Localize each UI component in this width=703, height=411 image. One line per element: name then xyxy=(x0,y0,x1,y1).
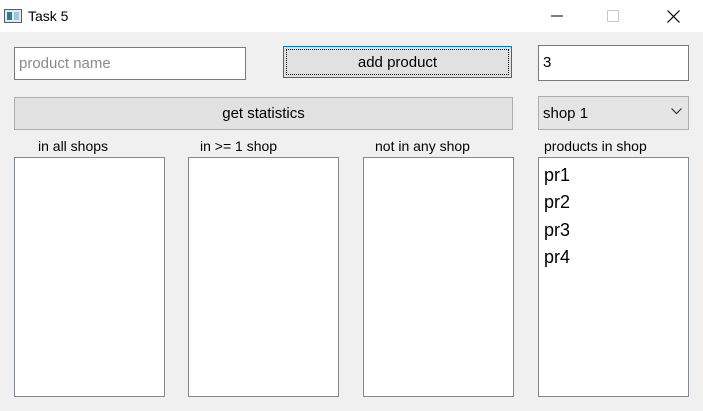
quantity-value: 3 xyxy=(543,54,552,71)
shop-select[interactable]: shop 1 xyxy=(538,96,689,130)
list-item[interactable]: pr2 xyxy=(544,191,570,213)
not-in-any-shop-label: not in any shop xyxy=(375,138,470,154)
list-item[interactable]: pr1 xyxy=(544,164,570,186)
maximize-button[interactable] xyxy=(590,0,636,32)
list-item[interactable]: pr3 xyxy=(544,219,570,241)
chevron-down-icon xyxy=(671,108,682,115)
close-icon xyxy=(666,9,680,23)
list-item[interactable]: pr4 xyxy=(544,246,570,268)
maximize-icon xyxy=(607,10,619,22)
in-at-least-one-shop-list[interactable] xyxy=(188,157,339,397)
not-in-any-shop-list[interactable] xyxy=(363,157,514,397)
close-button[interactable] xyxy=(650,0,696,32)
quantity-input[interactable]: 3 xyxy=(538,45,689,81)
title-bar[interactable]: Task 5 xyxy=(0,0,703,32)
add-product-label: add product xyxy=(357,53,438,71)
minimize-icon xyxy=(551,15,563,17)
add-product-button[interactable]: add product xyxy=(283,46,512,78)
in-at-least-one-shop-label: in >= 1 shop xyxy=(200,138,278,154)
app-window-icon xyxy=(4,9,22,23)
get-statistics-button[interactable]: get statistics xyxy=(14,97,513,130)
shop-select-value: shop 1 xyxy=(543,104,589,122)
in-all-shops-label: in all shops xyxy=(38,138,109,154)
minimize-button[interactable] xyxy=(534,0,580,32)
product-name-placeholder: product name xyxy=(19,54,111,72)
products-in-shop-label: products in shop xyxy=(544,138,647,154)
in-all-shops-list[interactable] xyxy=(14,157,165,397)
get-statistics-label: get statistics xyxy=(222,105,305,122)
window-title: Task 5 xyxy=(28,8,69,24)
products-in-shop-list[interactable]: pr1 pr2 pr3 pr4 xyxy=(538,157,689,397)
product-name-input[interactable]: product name xyxy=(14,47,246,80)
